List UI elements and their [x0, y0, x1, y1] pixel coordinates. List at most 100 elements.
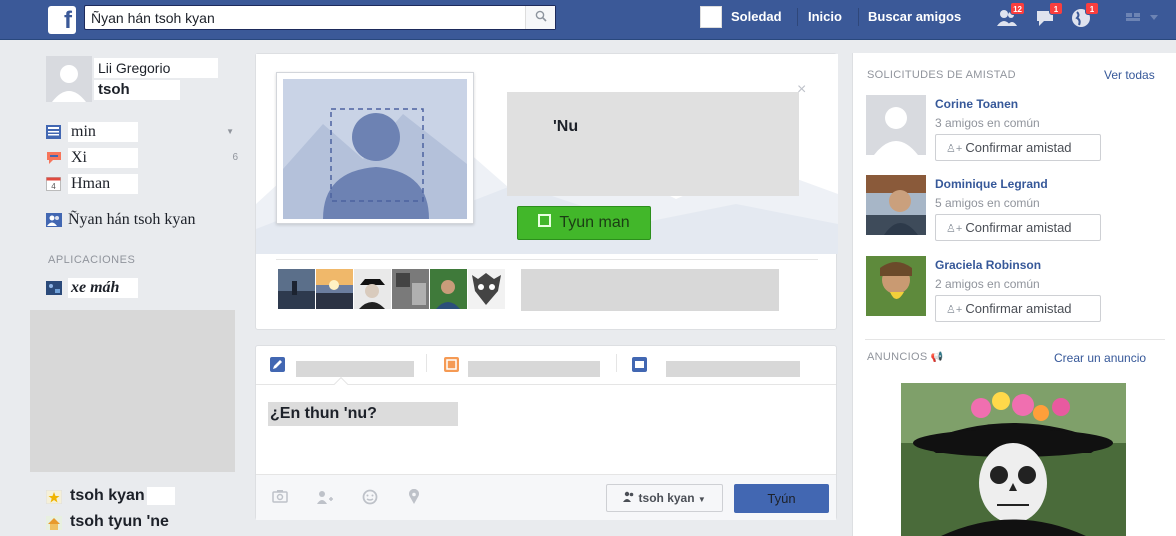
divider — [426, 354, 427, 372]
friend-photo-thumbnail[interactable] — [316, 269, 353, 309]
camera-icon[interactable] — [272, 489, 288, 507]
chevron-down-icon: ▼ — [697, 495, 706, 504]
nav-user-name[interactable]: Soledad — [731, 9, 782, 24]
hero-prompt-text: 'Nu — [553, 118, 579, 135]
right-sidebar: SOLICITUDES DE AMISTAD Ver todas Corine … — [852, 53, 1176, 536]
messages-jewel[interactable]: 1 — [1033, 2, 1063, 30]
messages-icon — [46, 149, 62, 165]
composer-toolbar: tsoh kyan ▼ Tyún — [256, 474, 836, 520]
profile-picture-prompt-card: 'Nu × Tyun man — [255, 53, 838, 330]
confirm-friend-label: Confirmar amistad — [965, 140, 1072, 155]
notifications-jewel[interactable]: 1 — [1069, 2, 1099, 30]
friend-request-name[interactable]: Corine Toanen — [935, 97, 1018, 111]
events-icon: 4 — [46, 175, 62, 192]
game-icon — [46, 279, 62, 296]
confirm-friend-button[interactable]: ♙+ Confirmar amistad — [935, 214, 1101, 241]
redacted-label — [296, 361, 414, 377]
friend-photo-thumbnail[interactable] — [392, 269, 429, 309]
sidebar-item-news-feed[interactable]: min ▼ — [46, 120, 256, 144]
friend-photo-thumbnail[interactable] — [278, 269, 315, 309]
ad-image[interactable] — [901, 383, 1126, 536]
location-pin-icon[interactable] — [408, 488, 420, 509]
create-ad-link[interactable]: Crear un anuncio — [1054, 351, 1146, 365]
pencil-icon — [270, 357, 285, 372]
tag-friends-icon[interactable] — [316, 489, 334, 509]
friend-photo-thumbnail[interactable] — [430, 269, 467, 309]
nav-find-friends-link[interactable]: Buscar amigos — [868, 9, 961, 24]
feeling-icon[interactable] — [362, 489, 378, 509]
status-input[interactable]: ¿En thun 'nu? — [268, 402, 458, 426]
find-friends-icon — [46, 211, 62, 228]
top-navigation-bar: f Soledad Inicio Buscar amigos 12 1 1 — [0, 0, 1176, 40]
nav-separator — [858, 8, 859, 26]
mutual-friends-count[interactable]: 5 amigos en común — [935, 196, 1040, 210]
close-icon[interactable]: × — [797, 81, 806, 99]
nav-home-link[interactable]: Inicio — [808, 9, 842, 24]
mutual-friends-count[interactable]: 2 amigos en común — [935, 277, 1040, 291]
messages-count: 6 — [232, 152, 238, 163]
friend-request-avatar[interactable] — [866, 175, 926, 235]
audience-selector[interactable]: tsoh kyan ▼ — [606, 484, 723, 512]
photo-icon — [538, 214, 552, 228]
post-composer: ¿En thun 'nu? tsoh kyan ▼ Tyún — [255, 345, 837, 520]
confirm-friend-button[interactable]: ♙+ Confirmar amistad — [935, 295, 1101, 322]
sidebar-item-label: min — [68, 122, 138, 143]
sidebar-item-favorites[interactable]: tsoh kyan — [45, 484, 175, 508]
profile-avatar[interactable] — [46, 56, 92, 102]
friend-request-avatar[interactable] — [866, 256, 926, 316]
confirm-friend-label: Confirmar amistad — [965, 220, 1072, 235]
sidebar-item-home[interactable]: tsoh tyun 'ne — [46, 510, 169, 534]
friend-request-name[interactable]: Graciela Robinson — [935, 258, 1041, 272]
redacted-label — [666, 361, 800, 377]
redacted-panel — [521, 269, 779, 311]
profile-name-second[interactable]: tsoh — [94, 80, 180, 100]
apps-section-label: APLICACIONES — [48, 254, 136, 266]
confirm-friend-button[interactable]: ♙+ Confirmar amistad — [935, 134, 1101, 161]
friend-request-avatar[interactable] — [866, 95, 926, 155]
sidebar-item-find-friends[interactable]: Ñyan hán tsoh kyan — [46, 208, 256, 232]
sidebar-item-label: tsoh tyun 'ne — [70, 513, 169, 530]
user-avatar[interactable] — [700, 6, 722, 28]
profile-name[interactable]: Lii Gregorio — [94, 58, 218, 78]
divider — [616, 354, 617, 372]
search-box[interactable] — [84, 5, 556, 30]
add-friend-icon: ♙+ — [946, 304, 966, 316]
house-icon — [46, 514, 64, 530]
messages-badge: 1 — [1049, 2, 1063, 15]
settings-dropdown-icon[interactable] — [1126, 11, 1166, 28]
facebook-logo[interactable]: f — [48, 6, 76, 34]
redacted-label — [468, 361, 600, 377]
notifications-badge: 1 — [1085, 2, 1099, 15]
add-photo-button-label: Tyun man — [559, 214, 630, 231]
tab-status[interactable] — [270, 354, 430, 378]
post-button[interactable]: Tyún — [734, 484, 829, 513]
nav-separator — [797, 8, 798, 26]
tab-pointer — [333, 376, 349, 392]
silhouette-icon — [283, 79, 467, 219]
sidebar-item-events[interactable]: 4 Hman — [46, 172, 256, 196]
mutual-friends-count[interactable]: 3 amigos en común — [935, 116, 1040, 130]
tab-life-event[interactable] — [632, 354, 822, 378]
news-feed-icon — [46, 123, 62, 140]
see-all-requests-link[interactable]: Ver todas — [1104, 68, 1155, 82]
sidebar-item-app[interactable]: xe máh — [46, 276, 256, 300]
sidebar-item-messages[interactable]: Xi 6 — [46, 146, 256, 170]
search-icon[interactable] — [525, 6, 555, 29]
redacted-panel — [30, 310, 235, 472]
sidebar-item-label: tsoh kyan — [70, 487, 145, 504]
friend-photo-thumbnail[interactable] — [468, 269, 505, 309]
ads-header: ANUNCIOS 📢 — [867, 351, 944, 363]
search-input[interactable] — [91, 9, 521, 27]
friend-photo-thumbnail[interactable] — [354, 269, 391, 309]
star-icon — [45, 488, 64, 505]
divider — [276, 259, 818, 260]
add-friend-icon: ♙+ — [946, 223, 966, 235]
tab-photo[interactable] — [444, 354, 614, 378]
chevron-down-icon[interactable]: ▼ — [226, 120, 234, 144]
profile-photo-placeholder[interactable] — [276, 72, 474, 224]
add-photo-button[interactable]: Tyun man — [517, 206, 651, 240]
svg-text:4: 4 — [51, 182, 56, 191]
confirm-friend-label: Confirmar amistad — [965, 301, 1072, 316]
friend-request-name[interactable]: Dominique Legrand — [935, 177, 1048, 191]
friend-requests-jewel[interactable]: 12 — [995, 2, 1025, 30]
